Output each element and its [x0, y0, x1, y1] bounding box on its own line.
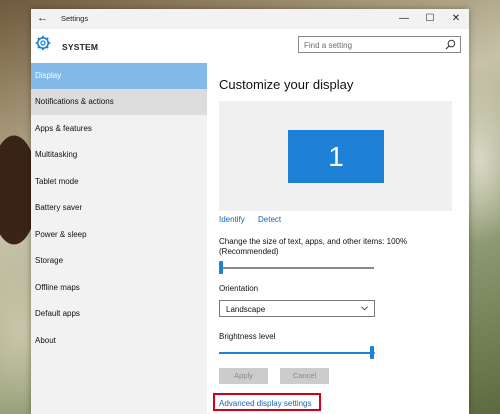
search-icon[interactable] [445, 39, 456, 50]
orientation-label: Orientation [219, 284, 259, 293]
brightness-slider-thumb[interactable] [370, 346, 374, 359]
sidebar-item-multitasking[interactable]: Multitasking [31, 142, 207, 168]
back-arrow-icon[interactable]: ← [37, 12, 48, 24]
display-settings-panel: Customize your display 1 Identify Detect… [207, 63, 469, 414]
sidebar-item-about[interactable]: About [31, 328, 207, 354]
sidebar-item-battery-saver[interactable]: Battery saver [31, 195, 207, 221]
section-title: SYSTEM [62, 42, 99, 52]
sidebar-item-apps-features[interactable]: Apps & features [31, 116, 207, 142]
cancel-button[interactable]: Cancel [280, 368, 329, 384]
orientation-dropdown[interactable]: Landscape [219, 300, 375, 317]
brightness-slider-track[interactable] [219, 352, 371, 354]
sidebar-item-display[interactable]: Display [31, 63, 207, 89]
search-input[interactable]: Find a setting [298, 36, 461, 53]
close-button[interactable]: ✕ [445, 11, 467, 27]
sidebar: Display Notifications & actions Apps & f… [31, 63, 207, 414]
minimize-button[interactable]: — [393, 11, 415, 27]
window-title: Settings [61, 14, 89, 23]
sidebar-item-notifications[interactable]: Notifications & actions [31, 89, 207, 115]
title-bar: ← Settings — ☐ ✕ [31, 9, 469, 29]
brightness-label: Brightness level [219, 332, 276, 341]
orientation-value: Landscape [226, 305, 266, 314]
scale-label: Change the size of text, apps, and other… [219, 237, 408, 256]
sidebar-item-offline-maps[interactable]: Offline maps [31, 275, 207, 301]
sidebar-item-default-apps[interactable]: Default apps [31, 301, 207, 327]
detect-link[interactable]: Detect [258, 215, 281, 224]
display-arrangement-area: 1 [219, 101, 452, 211]
monitor-tile[interactable]: 1 [288, 130, 384, 183]
scale-slider-track[interactable] [219, 267, 374, 269]
sidebar-item-storage[interactable]: Storage [31, 248, 207, 274]
scale-slider-thumb[interactable] [219, 261, 223, 274]
sidebar-item-power-sleep[interactable]: Power & sleep [31, 222, 207, 248]
chevron-down-icon [361, 306, 368, 311]
apply-button[interactable]: Apply [219, 368, 268, 384]
page-title: Customize your display [219, 77, 354, 92]
settings-window: ← Settings — ☐ ✕ SYSTEM Find a setting D [31, 9, 469, 414]
settings-header: SYSTEM Find a setting [31, 29, 469, 63]
gear-icon [35, 35, 51, 51]
sidebar-item-tablet-mode[interactable]: Tablet mode [31, 169, 207, 195]
identify-link[interactable]: Identify [219, 215, 245, 224]
maximize-button[interactable]: ☐ [419, 11, 441, 27]
advanced-display-settings-link[interactable]: Advanced display settings [219, 399, 312, 408]
search-placeholder: Find a setting [304, 41, 353, 50]
